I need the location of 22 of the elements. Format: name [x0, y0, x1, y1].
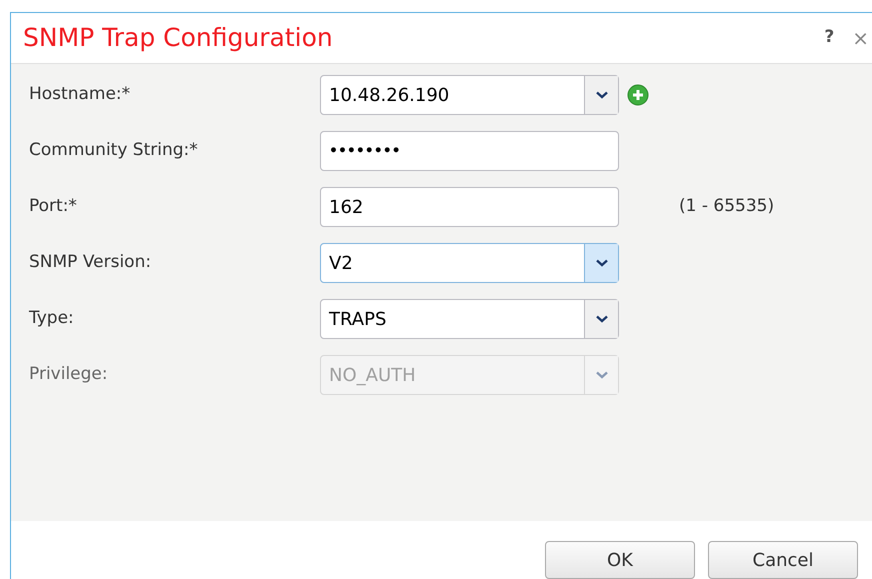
field-label: Community String:*	[28, 139, 199, 162]
add-icon[interactable]	[627, 84, 649, 106]
dialog-button[interactable]: OK	[545, 541, 695, 579]
caret-icon	[596, 91, 608, 99]
help-button[interactable]: ?	[824, 25, 834, 51]
dropdown[interactable]: TRAPS	[320, 299, 619, 339]
field-label: Type:	[28, 307, 75, 330]
input-field[interactable]: 162	[320, 187, 619, 227]
field-label: SNMP Version:	[28, 251, 152, 274]
caret-icon	[596, 371, 608, 379]
dropdown[interactable]: V2	[320, 243, 619, 283]
dialog-title: SNMP Trap Configuration	[23, 22, 334, 54]
password-field[interactable]: ••••••••	[320, 131, 619, 171]
field-label: Port:*	[28, 195, 78, 218]
close-button[interactable]: ×	[852, 23, 869, 53]
dialog-button[interactable]: Cancel	[708, 541, 858, 579]
field-label: Hostname:*	[28, 83, 132, 106]
caret-icon	[596, 315, 608, 323]
combo-box[interactable]: 10.48.26.190	[320, 75, 619, 115]
field-label: Privilege:	[28, 363, 109, 386]
caret-icon	[596, 259, 608, 267]
range-hint: (1 - 65535)	[679, 195, 774, 218]
